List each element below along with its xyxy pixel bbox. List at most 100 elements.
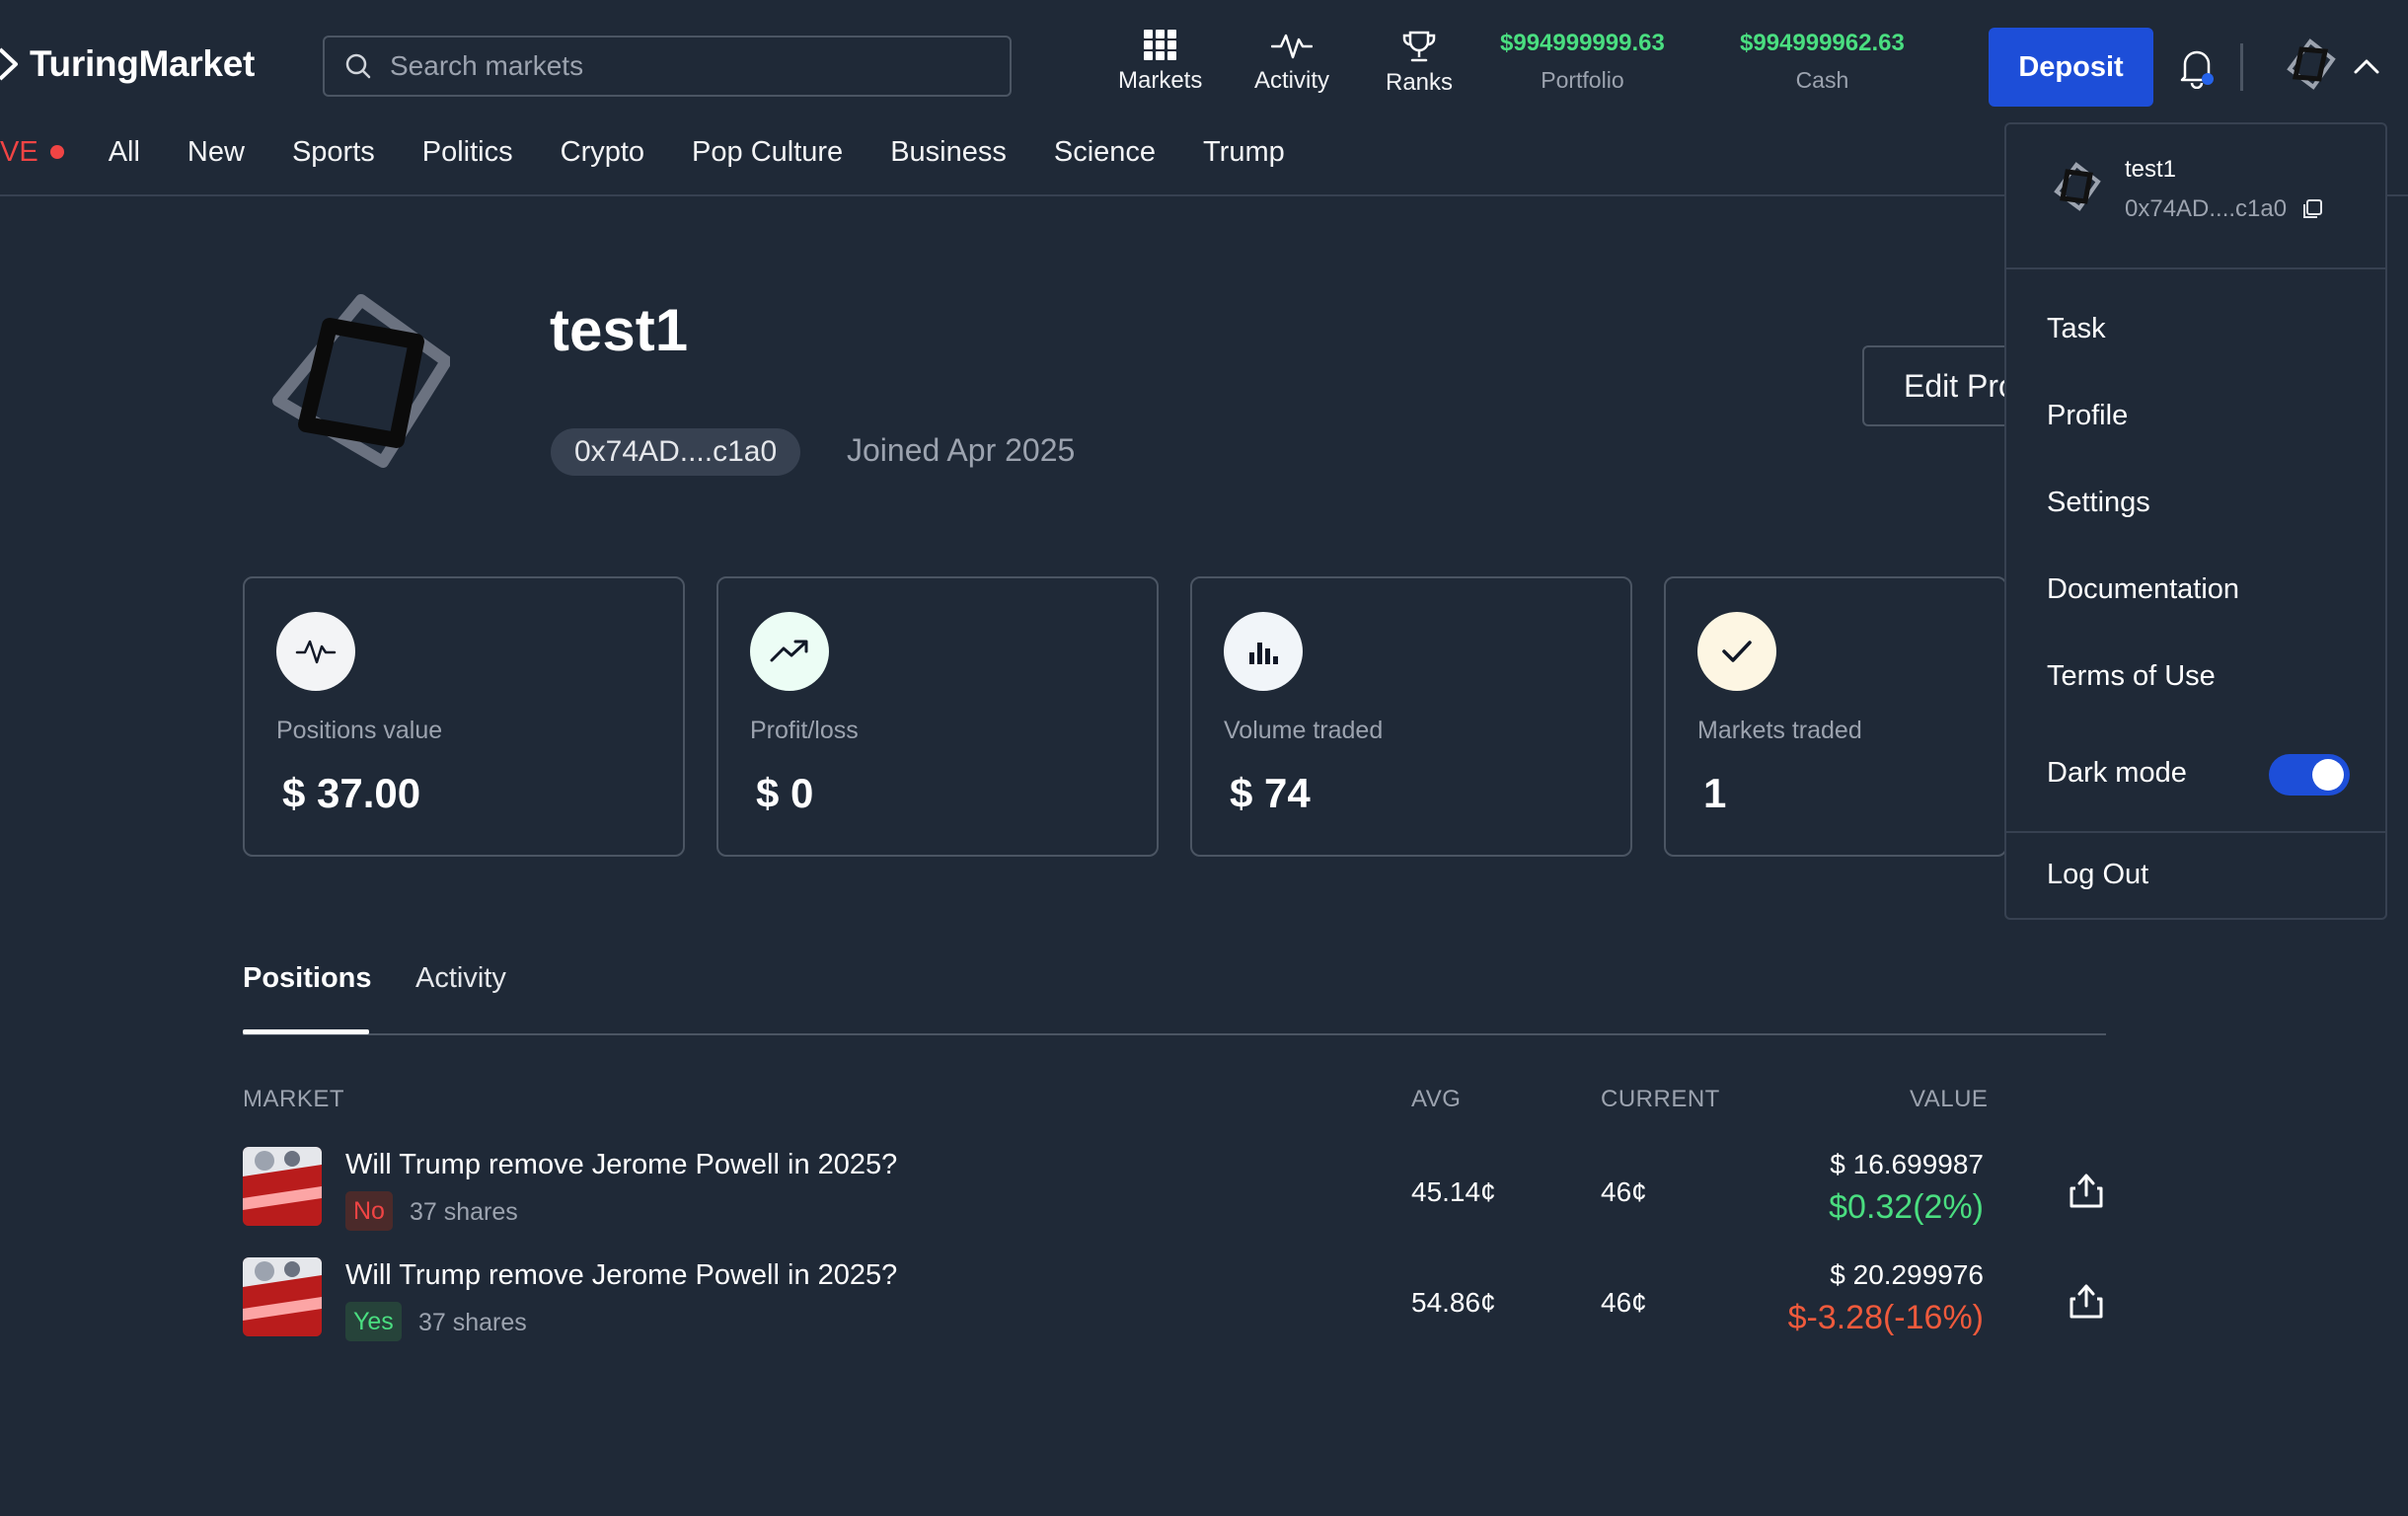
market-title[interactable]: Will Trump remove Jerome Powell in 2025? [345, 1149, 897, 1181]
column-header-value: VALUE [1910, 1086, 1989, 1112]
stat-value: $ 74 [1230, 770, 1311, 816]
tab-positions[interactable]: Positions [243, 962, 372, 995]
cash-summary[interactable]: $994999962.63 Cash [1740, 30, 1905, 94]
menu-divider [2006, 267, 2385, 269]
notifications-button[interactable] [2177, 45, 2217, 89]
account-dropdown-menu: test1 0x74AD....c1a0 Task Profile Settin… [2004, 122, 2387, 920]
menu-item-terms[interactable]: Terms of Use [2047, 660, 2216, 693]
menu-divider [2006, 831, 2385, 833]
live-label: VE [0, 135, 38, 168]
avatar-menu-toggle[interactable] [2284, 38, 2337, 91]
pulse-icon [1271, 34, 1313, 59]
avatar-cube-icon [2287, 38, 2336, 90]
stat-label: Volume traded [1224, 717, 1384, 744]
trophy-icon [1402, 31, 1436, 62]
category-sports[interactable]: Sports [292, 136, 375, 169]
category-science[interactable]: Science [1054, 136, 1156, 169]
portfolio-summary[interactable]: $994999999.63 Portfolio [1500, 30, 1665, 94]
menu-avatar [2052, 162, 2101, 211]
stat-card-volume-traded: Volume traded $ 74 [1190, 576, 1632, 857]
nav-markets[interactable]: Markets [1118, 30, 1202, 95]
position-change: $-3.28(-16%) [1787, 1299, 1984, 1336]
copy-icon[interactable] [2300, 197, 2324, 221]
stat-card-positions-value: Positions value $ 37.00 [243, 576, 685, 857]
menu-item-task[interactable]: Task [2047, 313, 2106, 345]
profile-address-pill[interactable]: 0x74AD....c1a0 [551, 428, 801, 476]
header-divider [2240, 43, 2243, 91]
live-dot [49, 145, 64, 159]
profile-username: test1 [550, 297, 689, 363]
nav-ranks-label: Ranks [1386, 69, 1454, 96]
deposit-button[interactable]: Deposit [1989, 28, 2153, 107]
outcome-badge: No [345, 1191, 393, 1231]
stat-value: 1 [1703, 770, 1727, 816]
grid-icon [1143, 30, 1176, 60]
nav-ranks[interactable]: Ranks [1386, 30, 1453, 97]
avg-price: 45.14¢ [1411, 1176, 1496, 1207]
bell-icon [2180, 50, 2214, 89]
avg-price: 54.86¢ [1411, 1287, 1496, 1318]
logo-icon [0, 47, 18, 81]
active-tab-indicator [243, 1029, 369, 1034]
market-thumbnail [243, 1147, 322, 1226]
category-business[interactable]: Business [890, 136, 1007, 169]
position-value: $ 16.699987 [1830, 1149, 1984, 1179]
avatar-cube-icon [2054, 162, 2101, 211]
stat-label: Profit/loss [750, 717, 859, 744]
search-icon [345, 53, 371, 79]
nav-activity[interactable]: Activity [1254, 30, 1329, 95]
stat-card-markets-traded: Markets traded 1 [1664, 576, 2007, 857]
portfolio-label: Portfolio [1541, 67, 1624, 93]
shares-count: 37 shares [410, 1198, 518, 1226]
menu-item-settings[interactable]: Settings [2047, 487, 2150, 519]
stat-label: Positions value [276, 717, 443, 744]
category-politics[interactable]: Politics [422, 136, 513, 169]
market-thumbnail [243, 1257, 322, 1336]
cash-amount: $994999962.63 [1740, 30, 1905, 56]
chevron-up-icon[interactable] [2353, 57, 2380, 75]
menu-username: test1 [2125, 156, 2177, 183]
stat-card-profit-loss: Profit/loss $ 0 [716, 576, 1159, 857]
search-box[interactable] [323, 36, 1012, 97]
category-crypto[interactable]: Crypto [561, 136, 644, 169]
category-nav: VE All New Sports Politics Crypto Pop Cu… [0, 132, 1332, 172]
category-pop-culture[interactable]: Pop Culture [692, 136, 843, 169]
stat-value: $ 37.00 [282, 770, 421, 816]
stat-label: Markets traded [1697, 717, 1862, 744]
market-title[interactable]: Will Trump remove Jerome Powell in 2025? [345, 1259, 897, 1292]
dark-mode-toggle[interactable] [2269, 754, 2350, 796]
brand-logo[interactable]: TuringMarket [0, 43, 255, 85]
category-new[interactable]: New [188, 136, 245, 169]
table-row[interactable]: Will Trump remove Jerome Powell in 2025?… [243, 1147, 2106, 1231]
brand-name: TuringMarket [30, 43, 256, 84]
column-header-avg: AVG [1411, 1086, 1462, 1112]
nav-markets-label: Markets [1118, 67, 1203, 94]
menu-address: 0x74AD....c1a0 [2125, 195, 2288, 222]
check-icon [1697, 612, 1776, 691]
shares-count: 37 shares [418, 1309, 527, 1336]
tabs-divider [243, 1033, 2106, 1035]
menu-item-documentation[interactable]: Documentation [2047, 573, 2239, 606]
toggle-knob [2312, 759, 2344, 791]
menu-item-dark-mode: Dark mode [2047, 757, 2187, 789]
profile-joined-date: Joined Apr 2025 [847, 432, 1076, 468]
nav-activity-label: Activity [1254, 67, 1330, 94]
menu-item-profile[interactable]: Profile [2047, 400, 2128, 432]
profile-avatar [272, 292, 450, 470]
category-trump[interactable]: Trump [1203, 136, 1285, 169]
search-input[interactable] [388, 49, 1004, 83]
bar-chart-icon [1224, 612, 1303, 691]
share-icon[interactable] [2067, 1171, 2106, 1210]
cash-label: Cash [1795, 67, 1849, 93]
column-header-market: MARKET [243, 1086, 345, 1112]
live-tab[interactable]: VE [0, 136, 64, 169]
position-change: $0.32(2%) [1829, 1188, 1984, 1226]
table-row[interactable]: Will Trump remove Jerome Powell in 2025?… [243, 1257, 2106, 1341]
tab-activity[interactable]: Activity [415, 962, 506, 995]
current-price: 46¢ [1601, 1176, 1647, 1207]
share-icon[interactable] [2067, 1281, 2106, 1321]
stat-value: $ 0 [756, 770, 814, 816]
category-all[interactable]: All [109, 136, 140, 169]
menu-item-logout[interactable]: Log Out [2047, 859, 2148, 891]
menu-address-row: 0x74AD....c1a0 [2125, 195, 2324, 223]
